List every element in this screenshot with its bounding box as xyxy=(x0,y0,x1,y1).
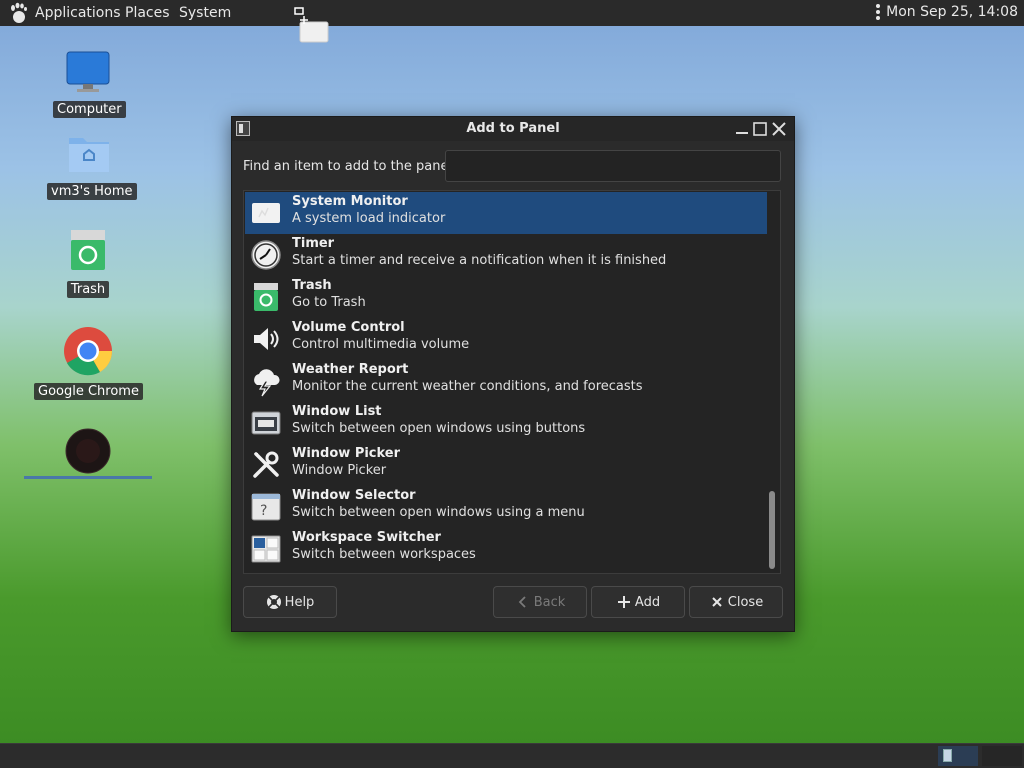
back-label: Back xyxy=(533,594,566,610)
desktop-icon-computer[interactable]: Computer xyxy=(53,48,126,118)
list-item-trash[interactable]: Trash Go to Trash xyxy=(245,276,767,318)
speaker-icon xyxy=(254,328,279,350)
window-list-icon xyxy=(251,411,281,435)
desktop-icon-unnamed[interactable] xyxy=(64,428,112,478)
dialog-titlebar[interactable]: Add to Panel xyxy=(232,117,794,141)
drag-ghost xyxy=(293,6,333,46)
plus-icon xyxy=(617,596,630,608)
item-description: Switch between open windows using button… xyxy=(292,421,586,436)
close-button[interactable]: Close xyxy=(689,586,783,618)
dark-circle-icon xyxy=(65,428,111,474)
item-name: Workspace Switcher xyxy=(292,530,441,545)
tools-icon xyxy=(253,451,279,478)
item-description: Monitor the current weather conditions, … xyxy=(292,379,643,394)
add-button[interactable]: Add xyxy=(591,586,685,618)
add-label: Add xyxy=(634,594,661,610)
desktop-separator xyxy=(24,476,152,479)
gnome-foot-icon[interactable] xyxy=(9,2,29,24)
desktop-icon-trash[interactable]: Trash xyxy=(53,228,123,298)
window-selector-icon: ? xyxy=(251,493,281,521)
back-button[interactable]: Back xyxy=(493,586,587,618)
close-icon[interactable] xyxy=(770,120,788,138)
scrollbar-thumb[interactable] xyxy=(769,491,775,569)
desktop-label-chrome: Google Chrome xyxy=(34,383,143,400)
desktop-label-trash: Trash xyxy=(66,281,110,298)
system-menu[interactable]: System xyxy=(179,5,231,21)
desktop-icon-home[interactable]: vm3's Home xyxy=(47,130,137,200)
bottom-panel xyxy=(0,743,1024,768)
item-description: Go to Trash xyxy=(292,295,366,310)
search-input[interactable] xyxy=(445,150,781,182)
desktop-label-home: vm3's Home xyxy=(47,183,137,200)
desktop-label-computer: Computer xyxy=(53,101,126,118)
list-item-weather-report[interactable]: Weather Report Monitor the current weath… xyxy=(245,360,767,402)
weather-storm-icon xyxy=(254,369,280,397)
applet-list[interactable]: System Monitor A system load indicator T… xyxy=(243,190,781,574)
maximize-icon[interactable] xyxy=(751,120,769,138)
close-label: Close xyxy=(727,594,764,610)
trash-icon xyxy=(254,283,278,311)
item-name: System Monitor xyxy=(292,194,408,209)
find-label: Find an item to add to the panel: xyxy=(243,159,457,174)
drag-cursor-icon xyxy=(294,7,329,43)
item-name: Trash xyxy=(292,278,332,293)
add-to-panel-dialog: Add to Panel Find an item to add to the … xyxy=(231,116,795,632)
list-item-window-list[interactable]: Window List Switch between open windows … xyxy=(245,402,767,444)
clock[interactable]: Mon Sep 25, 14:08 xyxy=(886,4,1018,20)
item-name: Window Picker xyxy=(292,446,401,461)
item-name: Weather Report xyxy=(292,362,409,377)
panel-menu-icon[interactable] xyxy=(876,4,881,20)
system-monitor-icon xyxy=(252,203,280,223)
item-description: Start a timer and receive a notification… xyxy=(292,253,667,268)
top-panel: Applications Places System Mon Sep 25, 1… xyxy=(0,0,1024,26)
list-item-system-monitor[interactable]: System Monitor A system load indicator xyxy=(245,192,767,234)
applications-menu[interactable]: Applications xyxy=(35,5,121,21)
home-folder-icon xyxy=(69,138,109,172)
dialog-title: Add to Panel xyxy=(466,121,560,136)
item-name: Window Selector xyxy=(292,488,416,503)
list-item-volume-control[interactable]: Volume Control Control multimedia volume xyxy=(245,318,767,360)
svg-text:?: ? xyxy=(260,503,267,519)
item-description: Switch between workspaces xyxy=(292,547,476,562)
trash-icon xyxy=(71,230,105,270)
chrome-icon xyxy=(64,327,113,376)
workspace-2[interactable] xyxy=(982,746,1022,766)
timer-icon xyxy=(251,240,281,270)
item-name: Volume Control xyxy=(292,320,405,335)
workspace-switcher-icon xyxy=(251,535,281,563)
help-label: Help xyxy=(284,594,315,610)
list-item-window-selector[interactable]: ? Window Selector Switch between open wi… xyxy=(245,486,767,528)
places-menu[interactable]: Places xyxy=(125,5,170,21)
item-description: Window Picker xyxy=(292,463,387,478)
list-item-window-picker[interactable]: Window Picker Window Picker xyxy=(245,444,767,486)
item-description: Control multimedia volume xyxy=(292,337,470,352)
item-description: A system load indicator xyxy=(292,211,446,226)
item-name: Window List xyxy=(292,404,382,419)
minimize-icon[interactable] xyxy=(733,120,751,138)
workspace-window-thumb xyxy=(943,749,952,762)
list-item-timer[interactable]: Timer Start a timer and receive a notifi… xyxy=(245,234,767,276)
chevron-left-icon xyxy=(518,596,526,608)
list-item-workspace-switcher[interactable]: Workspace Switcher Switch between worksp… xyxy=(245,528,767,570)
computer-icon xyxy=(66,51,110,92)
help-icon xyxy=(266,595,281,609)
item-name: Timer xyxy=(292,236,335,251)
list-scrollbar[interactable] xyxy=(767,193,777,571)
close-x-icon xyxy=(712,597,722,607)
item-description: Switch between open windows using a menu xyxy=(292,505,585,520)
desktop-icon-chrome[interactable]: Google Chrome xyxy=(34,326,143,400)
help-button[interactable]: Help xyxy=(243,586,337,618)
workspace-1[interactable] xyxy=(938,746,978,766)
